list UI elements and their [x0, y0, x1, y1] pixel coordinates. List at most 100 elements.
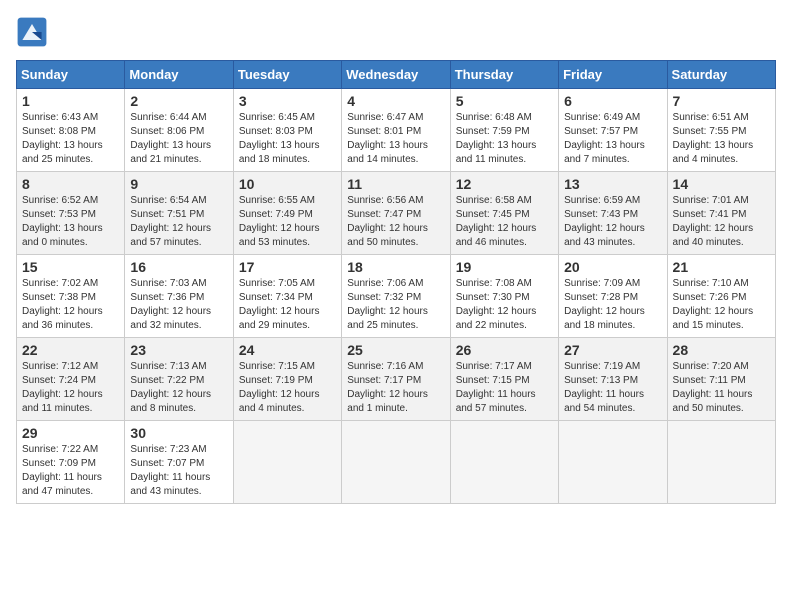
- calendar-cell: 12 Sunrise: 6:58 AM Sunset: 7:45 PM Dayli…: [450, 172, 558, 255]
- calendar-table: SundayMondayTuesdayWednesdayThursdayFrid…: [16, 60, 776, 504]
- day-number: 25: [347, 342, 444, 358]
- day-info: Sunrise: 6:55 AM Sunset: 7:49 PM Dayligh…: [239, 194, 336, 250]
- day-number: 8: [22, 176, 119, 192]
- calendar-cell: 26 Sunrise: 7:17 AM Sunset: 7:15 PM Dayli…: [450, 338, 558, 421]
- day-info: Sunrise: 6:43 AM Sunset: 8:08 PM Dayligh…: [22, 111, 119, 167]
- calendar-cell: 14 Sunrise: 7:01 AM Sunset: 7:41 PM Dayli…: [667, 172, 775, 255]
- calendar-cell: [233, 421, 341, 504]
- day-info: Sunrise: 7:09 AM Sunset: 7:28 PM Dayligh…: [564, 277, 661, 333]
- day-info: Sunrise: 6:47 AM Sunset: 8:01 PM Dayligh…: [347, 111, 444, 167]
- day-info: Sunrise: 6:48 AM Sunset: 7:59 PM Dayligh…: [456, 111, 553, 167]
- day-number: 19: [456, 259, 553, 275]
- day-number: 10: [239, 176, 336, 192]
- day-number: 2: [130, 93, 227, 109]
- weekday-header-row: SundayMondayTuesdayWednesdayThursdayFrid…: [17, 61, 776, 89]
- day-info: Sunrise: 6:59 AM Sunset: 7:43 PM Dayligh…: [564, 194, 661, 250]
- day-info: Sunrise: 6:58 AM Sunset: 7:45 PM Dayligh…: [456, 194, 553, 250]
- day-info: Sunrise: 6:51 AM Sunset: 7:55 PM Dayligh…: [673, 111, 770, 167]
- calendar-week-row: 29 Sunrise: 7:22 AM Sunset: 7:09 PM Dayli…: [17, 421, 776, 504]
- calendar-week-row: 1 Sunrise: 6:43 AM Sunset: 8:08 PM Daylig…: [17, 89, 776, 172]
- calendar-cell: 16 Sunrise: 7:03 AM Sunset: 7:36 PM Dayli…: [125, 255, 233, 338]
- calendar-cell: 30Sunrise: 7:23 AM Sunset: 7:07 PM Dayli…: [125, 421, 233, 504]
- calendar-cell: 15 Sunrise: 7:02 AM Sunset: 7:38 PM Dayli…: [17, 255, 125, 338]
- day-number: 18: [347, 259, 444, 275]
- weekday-header-monday: Monday: [125, 61, 233, 89]
- day-info: Sunrise: 7:05 AM Sunset: 7:34 PM Dayligh…: [239, 277, 336, 333]
- logo: [16, 16, 52, 48]
- calendar-cell: 13Sunrise: 6:59 AM Sunset: 7:43 PM Dayli…: [559, 172, 667, 255]
- calendar-week-row: 8 Sunrise: 6:52 AM Sunset: 7:53 PM Daylig…: [17, 172, 776, 255]
- weekday-header-saturday: Saturday: [667, 61, 775, 89]
- day-info: Sunrise: 7:13 AM Sunset: 7:22 PM Dayligh…: [130, 360, 227, 416]
- calendar-cell: 17 Sunrise: 7:05 AM Sunset: 7:34 PM Dayli…: [233, 255, 341, 338]
- day-info: Sunrise: 7:03 AM Sunset: 7:36 PM Dayligh…: [130, 277, 227, 333]
- day-number: 4: [347, 93, 444, 109]
- day-number: 15: [22, 259, 119, 275]
- day-number: 29: [22, 425, 119, 441]
- day-number: 17: [239, 259, 336, 275]
- day-number: 22: [22, 342, 119, 358]
- day-info: Sunrise: 7:08 AM Sunset: 7:30 PM Dayligh…: [456, 277, 553, 333]
- day-info: Sunrise: 6:52 AM Sunset: 7:53 PM Dayligh…: [22, 194, 119, 250]
- calendar-cell: 8 Sunrise: 6:52 AM Sunset: 7:53 PM Daylig…: [17, 172, 125, 255]
- calendar-cell: 6Sunrise: 6:49 AM Sunset: 7:57 PM Daylig…: [559, 89, 667, 172]
- day-number: 27: [564, 342, 661, 358]
- day-info: Sunrise: 7:01 AM Sunset: 7:41 PM Dayligh…: [673, 194, 770, 250]
- day-number: 12: [456, 176, 553, 192]
- calendar-cell: [559, 421, 667, 504]
- day-number: 24: [239, 342, 336, 358]
- calendar-week-row: 22 Sunrise: 7:12 AM Sunset: 7:24 PM Dayli…: [17, 338, 776, 421]
- day-info: Sunrise: 7:02 AM Sunset: 7:38 PM Dayligh…: [22, 277, 119, 333]
- day-number: 26: [456, 342, 553, 358]
- day-info: Sunrise: 7:22 AM Sunset: 7:09 PM Dayligh…: [22, 443, 119, 499]
- day-number: 16: [130, 259, 227, 275]
- weekday-header-thursday: Thursday: [450, 61, 558, 89]
- calendar-cell: 9 Sunrise: 6:54 AM Sunset: 7:51 PM Daylig…: [125, 172, 233, 255]
- calendar-cell: 23 Sunrise: 7:13 AM Sunset: 7:22 PM Dayli…: [125, 338, 233, 421]
- calendar-cell: 10 Sunrise: 6:55 AM Sunset: 7:49 PM Dayli…: [233, 172, 341, 255]
- day-number: 11: [347, 176, 444, 192]
- calendar-cell: 5Sunrise: 6:48 AM Sunset: 7:59 PM Daylig…: [450, 89, 558, 172]
- day-info: Sunrise: 7:23 AM Sunset: 7:07 PM Dayligh…: [130, 443, 227, 499]
- calendar-cell: 28 Sunrise: 7:20 AM Sunset: 7:11 PM Dayli…: [667, 338, 775, 421]
- calendar-cell: [342, 421, 450, 504]
- day-info: Sunrise: 7:10 AM Sunset: 7:26 PM Dayligh…: [673, 277, 770, 333]
- calendar-cell: 29 Sunrise: 7:22 AM Sunset: 7:09 PM Dayli…: [17, 421, 125, 504]
- day-info: Sunrise: 7:12 AM Sunset: 7:24 PM Dayligh…: [22, 360, 119, 416]
- day-info: Sunrise: 7:19 AM Sunset: 7:13 PM Dayligh…: [564, 360, 661, 416]
- day-info: Sunrise: 6:44 AM Sunset: 8:06 PM Dayligh…: [130, 111, 227, 167]
- day-number: 14: [673, 176, 770, 192]
- weekday-header-sunday: Sunday: [17, 61, 125, 89]
- calendar-cell: 24Sunrise: 7:15 AM Sunset: 7:19 PM Dayli…: [233, 338, 341, 421]
- calendar-cell: 25Sunrise: 7:16 AM Sunset: 7:17 PM Dayli…: [342, 338, 450, 421]
- day-number: 20: [564, 259, 661, 275]
- weekday-header-friday: Friday: [559, 61, 667, 89]
- calendar-cell: 20 Sunrise: 7:09 AM Sunset: 7:28 PM Dayli…: [559, 255, 667, 338]
- calendar-cell: 18 Sunrise: 7:06 AM Sunset: 7:32 PM Dayli…: [342, 255, 450, 338]
- calendar-cell: [667, 421, 775, 504]
- day-number: 23: [130, 342, 227, 358]
- calendar-cell: 7 Sunrise: 6:51 AM Sunset: 7:55 PM Daylig…: [667, 89, 775, 172]
- day-info: Sunrise: 6:56 AM Sunset: 7:47 PM Dayligh…: [347, 194, 444, 250]
- day-number: 7: [673, 93, 770, 109]
- day-number: 28: [673, 342, 770, 358]
- calendar-cell: 21 Sunrise: 7:10 AM Sunset: 7:26 PM Dayli…: [667, 255, 775, 338]
- calendar-cell: 22 Sunrise: 7:12 AM Sunset: 7:24 PM Dayli…: [17, 338, 125, 421]
- calendar-cell: 2 Sunrise: 6:44 AM Sunset: 8:06 PM Daylig…: [125, 89, 233, 172]
- day-number: 1: [22, 93, 119, 109]
- day-info: Sunrise: 7:20 AM Sunset: 7:11 PM Dayligh…: [673, 360, 770, 416]
- calendar-cell: 19 Sunrise: 7:08 AM Sunset: 7:30 PM Dayli…: [450, 255, 558, 338]
- page-header: [16, 16, 776, 48]
- calendar-cell: [450, 421, 558, 504]
- calendar-week-row: 15 Sunrise: 7:02 AM Sunset: 7:38 PM Dayli…: [17, 255, 776, 338]
- calendar-cell: 11 Sunrise: 6:56 AM Sunset: 7:47 PM Dayli…: [342, 172, 450, 255]
- calendar-cell: 3Sunrise: 6:45 AM Sunset: 8:03 PM Daylig…: [233, 89, 341, 172]
- day-info: Sunrise: 7:17 AM Sunset: 7:15 PM Dayligh…: [456, 360, 553, 416]
- weekday-header-wednesday: Wednesday: [342, 61, 450, 89]
- day-info: Sunrise: 6:54 AM Sunset: 7:51 PM Dayligh…: [130, 194, 227, 250]
- day-number: 21: [673, 259, 770, 275]
- day-number: 9: [130, 176, 227, 192]
- day-info: Sunrise: 7:06 AM Sunset: 7:32 PM Dayligh…: [347, 277, 444, 333]
- day-info: Sunrise: 6:49 AM Sunset: 7:57 PM Dayligh…: [564, 111, 661, 167]
- weekday-header-tuesday: Tuesday: [233, 61, 341, 89]
